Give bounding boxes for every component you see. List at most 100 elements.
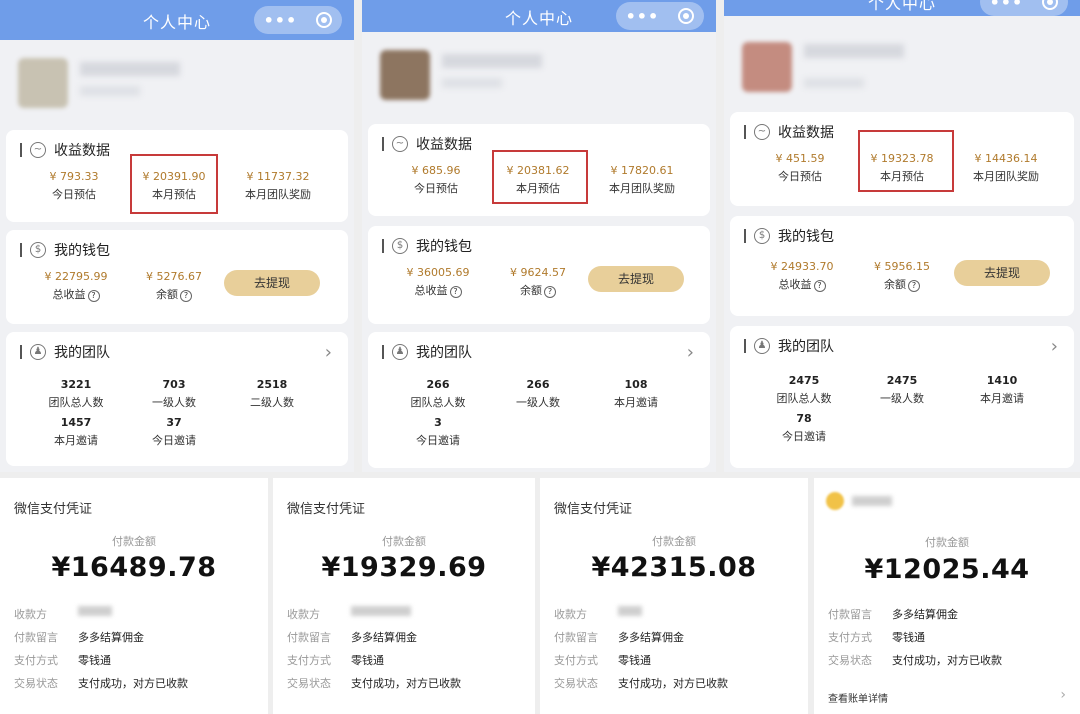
team-stat: 3 今日邀请: [416, 416, 460, 447]
team-stat: 2518 二级人数: [250, 378, 294, 409]
team-stat: 2475 一级人数: [880, 374, 924, 405]
receipt-row: 支付方式 零钱通: [828, 631, 925, 644]
stat-team-reward: ¥ 17820.61 本月团队奖励: [609, 164, 675, 195]
income-title: 收益数据: [416, 137, 472, 153]
receipt-row: 交易状态 支付成功，对方已收款: [828, 654, 1002, 667]
wallet-card: $ 我的钱包 ¥ 36005.69总收益 ¥ 9624.57余额 去提现: [368, 226, 710, 324]
team-card[interactable]: ♟ 我的团队 › 266 团队总人数 266 一级人数 108 本月邀请 3 今日邀请: [368, 332, 710, 468]
miniapp-capsule[interactable]: •••: [616, 2, 704, 30]
user-id-blurred: [442, 78, 502, 88]
receipt-row: 支付方式 零钱通: [14, 654, 111, 667]
view-bill-details-link[interactable]: 查看账单详情 ›: [828, 687, 1066, 705]
withdraw-button[interactable]: 去提现: [224, 270, 320, 296]
wallet-title: 我的钱包: [416, 239, 472, 255]
more-icon[interactable]: •••: [990, 0, 1024, 12]
stat-balance: ¥ 5276.67 余额: [124, 270, 224, 302]
username-blurred: [442, 54, 542, 68]
title-bar: 个人中心 •••: [0, 0, 354, 40]
merchant-logo-icon: [826, 492, 844, 510]
payment-amount: ¥16489.78: [51, 552, 217, 583]
receipt-row: 收款方: [14, 606, 112, 622]
withdraw-button[interactable]: 去提现: [588, 266, 684, 292]
amount-label: 付款金额: [112, 535, 156, 548]
wallet-icon: $: [754, 228, 770, 244]
receipt-row: 付款留言 多多结算佣金: [14, 631, 144, 644]
stat-today-estimate: ¥ 793.33 今日预估: [49, 170, 99, 201]
income-title: 收益数据: [54, 143, 110, 159]
chevron-right-icon[interactable]: ›: [1051, 336, 1058, 357]
receipt-row: 交易状态 支付成功，对方已收款: [287, 677, 461, 690]
wallet-title: 我的钱包: [778, 229, 834, 245]
stat-today-estimate: ¥ 685.96 今日预估: [411, 164, 461, 195]
amount-label: 付款金额: [925, 536, 969, 549]
stat-balance: ¥ 5956.15 余额: [852, 260, 952, 292]
miniapp-capsule[interactable]: •••: [980, 0, 1068, 16]
receipt-row: 交易状态 支付成功，对方已收款: [554, 677, 728, 690]
stat-team-reward: ¥ 14436.14 本月团队奖励: [973, 152, 1039, 183]
receipt-row: 交易状态 支付成功，对方已收款: [14, 677, 188, 690]
team-title: 我的团队: [416, 345, 472, 361]
team-stat: 266 团队总人数: [410, 378, 466, 409]
close-target-icon[interactable]: [316, 12, 333, 28]
red-highlight-box: [130, 154, 218, 214]
title-bar: 个人中心 •••: [362, 0, 716, 32]
chevron-right-icon[interactable]: ›: [687, 342, 694, 363]
receipt-title: 微信支付凭证: [554, 502, 633, 517]
receipt-row: 支付方式 零钱通: [554, 654, 651, 667]
receipt-title: 微信支付凭证: [287, 502, 366, 517]
payment-receipt-2: 微信支付凭证 付款金额 ¥19329.69 收款方 付款留言 多多结算佣金 支付方…: [273, 478, 535, 714]
receipt-row: 支付方式 零钱通: [287, 654, 384, 667]
team-icon: ♟: [754, 338, 770, 354]
profile-panel-2: 个人中心 ••• ~ 收益数据 ¥ 685.96 今日预估 ¥ 20381.62 本月…: [362, 0, 716, 472]
payment-amount: ¥12025.44: [864, 554, 1030, 585]
receipt-row: 收款方: [287, 606, 411, 622]
team-stat: 1457 本月邀请: [54, 416, 98, 447]
miniapp-capsule[interactable]: •••: [254, 6, 342, 34]
username-blurred: [80, 62, 180, 76]
payment-amount: ¥42315.08: [591, 552, 757, 583]
team-title: 我的团队: [54, 345, 110, 361]
more-icon[interactable]: •••: [626, 7, 660, 26]
withdraw-button[interactable]: 去提现: [954, 260, 1050, 286]
profile-panel-1: 个人中心 ••• ~ 收益数据 ¥ 793.33 今日预估 ¥ 20391.90 本月…: [0, 0, 354, 472]
wallet-card: $ 我的钱包 ¥ 22795.99总收益 ¥ 5276.67余额 去提现: [6, 230, 348, 324]
wallet-icon: $: [392, 238, 408, 254]
team-stat: 3221 团队总人数: [48, 378, 104, 409]
chevron-right-icon[interactable]: ›: [1060, 687, 1066, 703]
payment-receipt-4: 付款金额 ¥12025.44 付款留言 多多结算佣金 支付方式 零钱通 交易状态 支付…: [814, 478, 1080, 714]
chevron-right-icon[interactable]: ›: [325, 342, 332, 363]
stat-total-income: ¥ 24933.70 总收益: [752, 260, 852, 292]
payment-receipt-3: 微信支付凭证 付款金额 ¥42315.08 收款方 付款留言 多多结算佣金 支付方…: [540, 478, 808, 714]
team-icon: ♟: [392, 344, 408, 360]
avatar: [18, 58, 68, 108]
red-highlight-box: [858, 130, 954, 192]
username-blurred: [804, 44, 904, 58]
avatar: [380, 50, 430, 100]
team-stat: 266 一级人数: [516, 378, 560, 409]
team-title: 我的团队: [778, 339, 834, 355]
payee-blurred: [618, 606, 642, 616]
wallet-card: $ 我的钱包 ¥ 24933.70总收益 ¥ 5956.15余额 去提现: [730, 216, 1074, 316]
stat-today-estimate: ¥ 451.59 今日预估: [775, 152, 825, 183]
receipt-row: 付款留言 多多结算佣金: [828, 608, 958, 621]
team-card[interactable]: ♟ 我的团队 › 3221 团队总人数 703 一级人数 2518 二级人数 1457 本…: [6, 332, 348, 466]
stat-total-income: ¥ 22795.99 总收益: [26, 270, 126, 302]
team-stat: 703 一级人数: [152, 378, 196, 409]
red-highlight-box: [492, 150, 588, 204]
team-stat: 2475 团队总人数: [776, 374, 832, 405]
team-stat: 78 今日邀请: [782, 412, 826, 443]
close-target-icon[interactable]: [1042, 0, 1059, 10]
team-card[interactable]: ♟ 我的团队 › 2475 团队总人数 2475 一级人数 1410 本月邀请 78 今日…: [730, 326, 1074, 468]
trend-icon: ~: [392, 136, 408, 152]
team-stat: 1410 本月邀请: [980, 374, 1024, 405]
user-id-blurred: [804, 78, 864, 88]
amount-label: 付款金额: [652, 535, 696, 548]
close-target-icon[interactable]: [678, 8, 695, 24]
user-profile: [362, 32, 716, 116]
payee-blurred: [351, 606, 411, 616]
more-icon[interactable]: •••: [264, 11, 298, 30]
stat-team-reward: ¥ 11737.32 本月团队奖励: [245, 170, 311, 201]
payment-amount: ¥19329.69: [321, 552, 487, 583]
stat-total-income: ¥ 36005.69 总收益: [388, 266, 488, 298]
user-profile: [0, 40, 354, 124]
